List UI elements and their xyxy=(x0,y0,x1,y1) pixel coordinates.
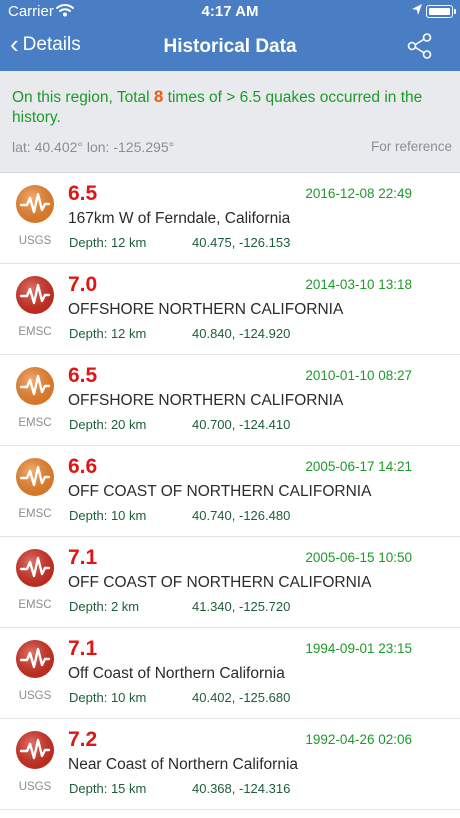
quake-depth: Depth: 12 km xyxy=(69,326,146,341)
magnitude: 6.5 xyxy=(68,364,98,387)
magnitude: 7.1 xyxy=(68,637,98,660)
depth-label: Depth: xyxy=(69,508,108,523)
quake-depth: Depth: 2 km xyxy=(69,599,139,614)
quake-depth: Depth: 20 km xyxy=(69,417,146,432)
quake-row[interactable]: EMSC 6.6 2005-06-17 14:21 OFF COAST OF NORT… xyxy=(0,446,460,537)
quake-datetime: 2005-06-17 14:21 xyxy=(305,459,412,474)
quake-depth: Depth: 12 km xyxy=(69,235,146,250)
source-label: USGS xyxy=(18,235,52,247)
red-quake-icon xyxy=(15,275,55,315)
quake-place: OFFSHORE NORTHERN CALIFORNIA xyxy=(68,392,344,409)
quake-row[interactable]: EMSC 7.0 2014-03-10 13:18 OFFSHORE NORTHERN… xyxy=(0,264,460,355)
source-label: EMSC xyxy=(18,326,52,338)
summary-prefix: On this region, Total xyxy=(12,89,150,106)
quake-depth: Depth: 10 km xyxy=(69,690,146,705)
magnitude: 7.1 xyxy=(68,546,98,569)
depth-label: Depth: xyxy=(69,781,108,796)
quake-location: 41.340, -125.720 xyxy=(192,599,291,614)
quake-row[interactable]: USGS 7.1 1994-09-01 23:15 Off Coast of Nort… xyxy=(0,628,460,719)
quake-row[interactable]: USGS 6.5 2016-12-08 22:49 167km W of Fernda… xyxy=(0,173,460,264)
quake-place: Near Coast of Northern California xyxy=(68,756,299,773)
quake-location: 40.700, -124.410 xyxy=(192,417,291,432)
quake-datetime: 2016-12-08 22:49 xyxy=(305,186,412,201)
source-label: USGS xyxy=(18,781,52,793)
summary-text: On this region, Total 8 times of > 6.5 q… xyxy=(12,87,448,128)
depth-value: 12 km xyxy=(110,235,147,250)
depth-value: 20 km xyxy=(110,417,147,432)
quake-datetime: 2010-01-10 08:27 xyxy=(305,368,412,383)
magnitude: 7.2 xyxy=(68,728,98,751)
red-quake-icon xyxy=(15,548,55,588)
quake-datetime: 1994-09-01 23:15 xyxy=(305,641,412,656)
quake-datetime: 1992-04-26 02:06 xyxy=(305,732,412,747)
depth-value: 2 km xyxy=(110,599,140,614)
quake-place: OFFSHORE NORTHERN CALIFORNIA xyxy=(68,301,344,318)
reference-note: For reference xyxy=(370,139,452,154)
quake-place: OFF COAST OF NORTHERN CALIFORNIA xyxy=(68,574,372,591)
quake-place: Off Coast of Northern California xyxy=(68,665,285,682)
top-bar: Carrier 4:17 AM ‹ Details Historical Dat… xyxy=(0,0,460,71)
summary-panel: On this region, Total 8 times of > 6.5 q… xyxy=(0,71,460,173)
source-label: EMSC xyxy=(18,599,52,611)
magnitude: 7.0 xyxy=(68,273,98,296)
quake-location: 40.402, -125.680 xyxy=(192,690,291,705)
quake-row[interactable]: USGS 7.2 1992-04-26 02:06 Near Coast of Nor… xyxy=(0,719,460,810)
battery-icon xyxy=(426,5,456,18)
share-icon[interactable] xyxy=(406,32,434,60)
red-quake-icon xyxy=(15,639,55,679)
orange-quake-icon xyxy=(15,457,55,497)
quake-location: 40.368, -124.316 xyxy=(192,781,291,796)
depth-value: 12 km xyxy=(110,326,147,341)
quake-place: OFF COAST OF NORTHERN CALIFORNIA xyxy=(68,483,372,500)
quake-row[interactable]: EMSC 6.5 2010-01-10 08:27 OFFSHORE NORTHERN… xyxy=(0,355,460,446)
status-time: 4:17 AM xyxy=(201,3,259,20)
quake-row[interactable]: EMSC 7.1 2005-06-15 10:50 OFF COAST OF NORT… xyxy=(0,537,460,628)
quake-location: 40.740, -126.480 xyxy=(192,508,291,523)
quake-datetime: 2005-06-15 10:50 xyxy=(305,550,412,565)
magnitude: 6.6 xyxy=(68,455,98,478)
depth-value: 15 km xyxy=(110,781,147,796)
page-title: Historical Data xyxy=(163,36,297,57)
depth-label: Depth: xyxy=(69,599,108,614)
depth-label: Depth: xyxy=(69,326,108,341)
source-label: EMSC xyxy=(18,508,52,520)
depth-value: 10 km xyxy=(110,508,147,523)
location-arrow-icon xyxy=(411,3,423,21)
quake-depth: Depth: 10 km xyxy=(69,508,146,523)
quake-depth: Depth: 15 km xyxy=(69,781,146,796)
quake-count: 8 xyxy=(153,87,164,106)
orange-quake-icon xyxy=(15,366,55,406)
depth-label: Depth: xyxy=(69,690,108,705)
depth-label: Depth: xyxy=(69,235,108,250)
source-label: USGS xyxy=(18,690,52,702)
status-bar: Carrier 4:17 AM xyxy=(0,0,460,24)
navigation-bar: ‹ Details Historical Data xyxy=(0,26,460,70)
quake-list: USGS 6.5 2016-12-08 22:49 167km W of Fernda… xyxy=(0,173,460,810)
region-coordinates: lat: 40.402° lon: -125.295° xyxy=(12,139,175,155)
quake-datetime: 2014-03-10 13:18 xyxy=(305,277,412,292)
quake-place: 167km W of Ferndale, California xyxy=(68,210,291,227)
depth-value: 10 km xyxy=(110,690,147,705)
quake-location: 40.840, -124.920 xyxy=(192,326,291,341)
source-label: EMSC xyxy=(18,417,52,429)
quake-location: 40.475, -126.153 xyxy=(192,235,291,250)
red-quake-icon xyxy=(15,730,55,770)
orange-quake-icon xyxy=(15,184,55,224)
depth-label: Depth: xyxy=(69,417,108,432)
magnitude: 6.5 xyxy=(68,182,98,205)
